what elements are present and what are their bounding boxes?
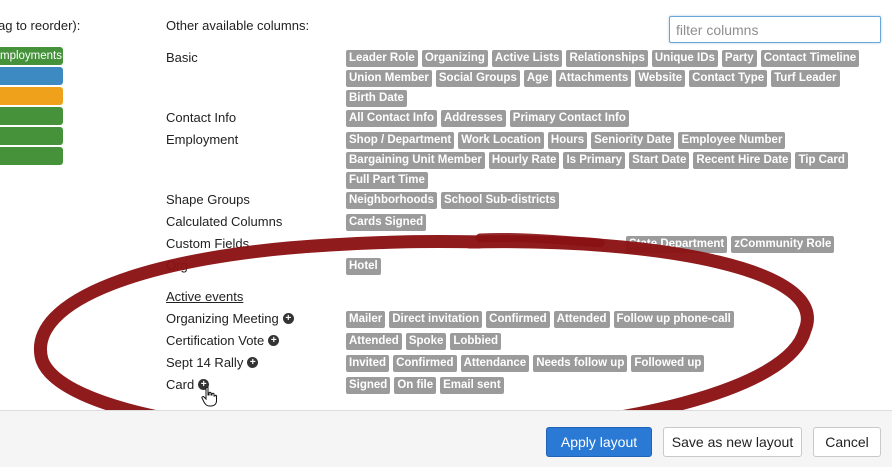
selected-column-item[interactable] bbox=[0, 87, 63, 105]
column-tag[interactable]: Contact Timeline bbox=[760, 50, 860, 67]
column-tag[interactable]: Followed up bbox=[631, 355, 705, 372]
apply-layout-button[interactable]: Apply layout bbox=[546, 427, 652, 457]
tag-list: Neighborhoods School Sub-districts bbox=[346, 192, 866, 212]
selected-column-item[interactable] bbox=[0, 67, 63, 85]
event-label: Card bbox=[166, 377, 195, 392]
column-tag[interactable]: Leader Role bbox=[346, 50, 418, 67]
column-tag[interactable]: Invited bbox=[346, 355, 390, 372]
tag-list: All Contact Info Addresses Primary Contact… bbox=[346, 110, 866, 130]
column-tag[interactable]: Email sent bbox=[440, 377, 504, 394]
column-tag[interactable]: Cards Signed bbox=[346, 214, 427, 231]
column-tag[interactable]: Work Location bbox=[458, 132, 544, 149]
tag-list: Cards Signed bbox=[346, 214, 866, 234]
column-tag[interactable]: Tip Card bbox=[795, 152, 848, 169]
event-label: Organizing Meeting bbox=[166, 311, 279, 326]
column-tag[interactable]: Direct invitation bbox=[389, 311, 483, 328]
column-tag[interactable]: Contact Type bbox=[689, 70, 768, 87]
column-tag[interactable]: Unique IDs bbox=[651, 50, 718, 67]
column-tag[interactable]: Signed bbox=[346, 377, 391, 394]
add-event-icon[interactable]: + bbox=[282, 313, 294, 324]
column-tag[interactable]: Seniority Date bbox=[591, 132, 675, 149]
selected-columns-list: mployments bbox=[0, 47, 63, 167]
column-tag[interactable]: Primary Contact Info bbox=[509, 110, 629, 127]
tag-list: Signed On file Email sent bbox=[346, 377, 866, 397]
column-tag[interactable]: Age bbox=[523, 70, 552, 87]
column-tag[interactable]: Attended bbox=[553, 311, 610, 328]
column-tag[interactable]: Needs follow up bbox=[533, 355, 628, 372]
column-tag[interactable]: Social Groups bbox=[435, 70, 520, 87]
tag-list: Mailer Direct invitation Confirmed Attended… bbox=[346, 311, 866, 331]
column-tag[interactable]: Addresses bbox=[440, 110, 506, 127]
column-tag[interactable]: Spoke bbox=[405, 333, 447, 350]
column-tag[interactable]: Website bbox=[635, 70, 686, 87]
column-tag[interactable]: Employee Number bbox=[678, 132, 786, 149]
tag-list: Attended Spoke Lobbied bbox=[346, 333, 866, 353]
column-tag[interactable]: Active Lists bbox=[491, 50, 563, 67]
active-events-heading: Active events bbox=[166, 289, 244, 304]
column-tag[interactable]: Confirmed bbox=[393, 355, 457, 372]
column-tag[interactable]: Is Primary bbox=[563, 152, 626, 169]
column-tag[interactable]: Hourly Rate bbox=[488, 152, 560, 169]
selected-columns-heading: ag to reorder): bbox=[0, 18, 81, 33]
column-tag[interactable]: Start Date bbox=[629, 152, 690, 169]
column-tag[interactable]: Recent Hire Date bbox=[693, 152, 792, 169]
add-event-icon[interactable]: + bbox=[247, 357, 259, 368]
save-as-new-layout-button[interactable]: Save as new layout bbox=[663, 427, 802, 457]
tag-list: Shop / Department Work Location Hours Senio… bbox=[346, 132, 866, 192]
column-tag[interactable]: Attachments bbox=[555, 70, 632, 87]
other-columns-heading: Other available columns: bbox=[166, 18, 310, 33]
column-tag[interactable]: State Department bbox=[626, 236, 728, 253]
group-label: Custom Fields bbox=[166, 236, 250, 251]
tag-list: Hotel bbox=[346, 258, 866, 278]
group-label: Org bbox=[166, 258, 188, 273]
column-tag[interactable]: Attendance bbox=[460, 355, 530, 372]
add-event-icon[interactable]: + bbox=[268, 335, 280, 346]
column-tag[interactable]: Full Part Time bbox=[346, 172, 428, 189]
column-tag[interactable]: Turf Leader bbox=[771, 70, 840, 87]
selected-column-item[interactable] bbox=[0, 107, 63, 125]
group-label: Shape Groups bbox=[166, 192, 250, 207]
column-tag[interactable]: Shop / Department bbox=[346, 132, 455, 149]
column-tag[interactable]: Attended bbox=[346, 333, 402, 350]
filter-columns-input[interactable] bbox=[669, 16, 881, 43]
event-label: Sept 14 Rally bbox=[166, 355, 244, 370]
column-tag[interactable]: Organizing bbox=[421, 50, 488, 67]
column-tag[interactable]: Birth Date bbox=[346, 90, 407, 107]
tag-list: State Department zCommunity Role bbox=[346, 236, 866, 256]
column-tag[interactable]: All Contact Info bbox=[346, 110, 437, 127]
selected-column-item[interactable]: mployments bbox=[0, 47, 63, 65]
column-tag[interactable]: Follow up phone-call bbox=[613, 311, 734, 328]
hand-cursor-icon bbox=[201, 387, 217, 407]
column-tag[interactable]: School Sub-districts bbox=[440, 192, 559, 209]
group-label: Basic bbox=[166, 50, 198, 65]
column-tag[interactable]: Hotel bbox=[346, 258, 381, 275]
group-label: Employment bbox=[166, 132, 239, 147]
tag-list: Leader Role Organizing Active Lists Relatio… bbox=[346, 50, 866, 110]
dialog-footer: Apply layout Save as new layout Cancel bbox=[0, 410, 892, 467]
column-tag[interactable]: zCommunity Role bbox=[731, 236, 835, 253]
selected-column-item[interactable] bbox=[0, 127, 63, 145]
column-tag[interactable]: Union Member bbox=[346, 70, 432, 87]
event-label: Certification Vote bbox=[166, 333, 265, 348]
column-tag[interactable]: Confirmed bbox=[486, 311, 550, 328]
column-tag[interactable]: Lobbied bbox=[450, 333, 502, 350]
group-label: Calculated Columns bbox=[166, 214, 283, 229]
column-tag[interactable]: On file bbox=[394, 377, 437, 394]
tag-list: Invited Confirmed Attendance Needs follow u… bbox=[346, 355, 866, 375]
column-tag[interactable]: Relationships bbox=[566, 50, 648, 67]
column-tag[interactable]: Neighborhoods bbox=[346, 192, 437, 209]
selected-column-item[interactable] bbox=[0, 147, 63, 165]
column-tag[interactable]: Party bbox=[721, 50, 757, 67]
column-tag[interactable]: Mailer bbox=[346, 311, 386, 328]
cancel-button[interactable]: Cancel bbox=[813, 427, 881, 457]
group-label: Contact Info bbox=[166, 110, 237, 125]
column-tag[interactable]: Hours bbox=[547, 132, 588, 149]
column-tag[interactable]: Bargaining Unit Member bbox=[346, 152, 485, 169]
